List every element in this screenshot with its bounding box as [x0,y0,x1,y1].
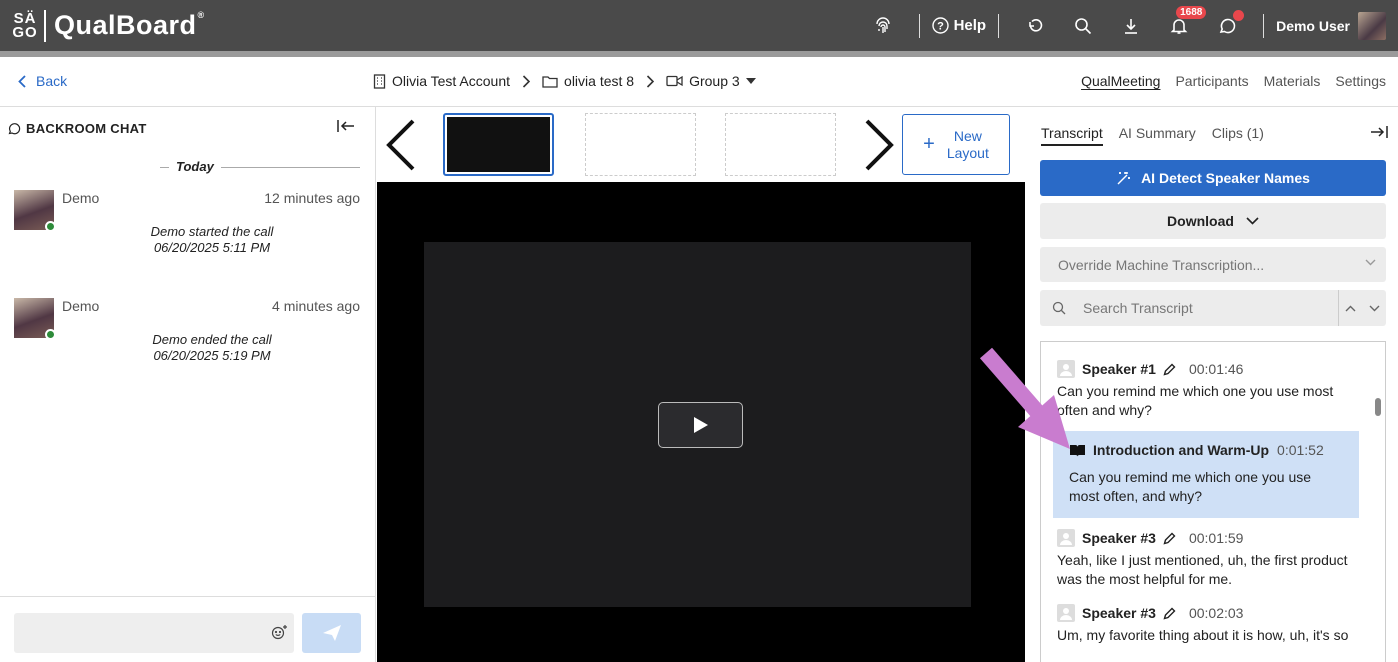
fingerprint-icon[interactable] [870,13,896,39]
pencil-icon[interactable] [1163,532,1176,545]
play-button[interactable] [658,402,743,448]
top-bar-actions: ? Help 1688 Demo User [859,0,1386,51]
new-layout-button[interactable]: + New Layout [902,114,1010,175]
divider [998,13,1000,38]
chevron-right-icon[interactable] [863,117,897,178]
pencil-icon[interactable] [1163,363,1176,376]
nav-participants[interactable]: Participants [1175,73,1248,89]
search-transcript-input[interactable]: Search Transcript [1040,290,1386,326]
nav-settings[interactable]: Settings [1335,73,1386,89]
nav-qualmeeting[interactable]: QualMeeting [1081,73,1160,89]
search-icon [1052,301,1066,315]
send-button[interactable] [302,613,361,653]
breadcrumb-project[interactable]: olivia test 8 [564,73,634,89]
collapse-right-icon[interactable] [1370,125,1388,144]
chevron-right-icon [647,74,655,88]
emoji-icon[interactable] [271,624,288,645]
chevron-down-icon [1246,217,1259,225]
chat-bubble-icon [8,122,21,134]
chevron-left-icon [18,74,26,88]
search-navigation [1338,290,1386,326]
user-name[interactable]: Demo User [1276,18,1350,34]
scrollbar[interactable] [1375,398,1381,416]
backroom-chat-panel: BACKROOM CHAT Today Demo 12 minutes ago … [0,107,376,662]
search-icon[interactable] [1070,13,1096,39]
chat-input[interactable] [14,613,294,653]
send-icon [322,625,341,641]
chat-compose [0,596,376,662]
pencil-icon[interactable] [1163,607,1176,620]
speaker-avatar-icon [1057,604,1075,622]
breadcrumb: Olivia Test Account olivia test 8 Group … [373,73,756,89]
divider [918,13,920,38]
chevron-left-icon[interactable] [383,117,417,178]
caret-down-icon[interactable] [745,78,756,84]
backroom-chat-header: BACKROOM CHAT [8,121,147,136]
logo-mark: SÄ GO [12,9,38,41]
override-transcription-select[interactable]: Override Machine Transcription... [1040,247,1386,282]
ai-detect-speaker-names-button[interactable]: AI Detect Speaker Names [1040,160,1386,196]
nav-materials[interactable]: Materials [1264,73,1321,89]
transcript-entry[interactable]: Speaker #1 00:01:46 Can you remind me wh… [1057,359,1357,420]
video-area: + New Layout [377,107,1025,662]
breadcrumb-account[interactable]: Olivia Test Account [392,73,510,89]
chevron-down-icon [1365,259,1376,266]
help-button[interactable]: ? Help [931,17,986,34]
tab-clips[interactable]: Clips (1) [1212,125,1264,146]
building-icon [373,73,386,89]
chapter-highlight[interactable]: Introduction and Warm-Up 0:01:52 Can you… [1053,431,1359,518]
layout-thumbnail-empty[interactable] [585,113,696,176]
user-avatar[interactable] [1358,11,1386,40]
play-icon [693,417,708,433]
chat-bubble-icon[interactable] [1214,9,1245,39]
annotation-arrow-icon [979,347,1070,449]
notification-badge: 1688 [1176,5,1207,19]
layout-strip: + New Layout [377,107,1025,182]
collapse-left-icon[interactable] [337,119,355,138]
date-divider: Today [14,159,360,175]
chevron-down-icon[interactable] [1363,290,1387,326]
chevron-up-icon[interactable] [1339,290,1363,326]
message-dot [1233,9,1245,21]
bell-icon[interactable]: 1688 [1166,5,1207,39]
folder-icon [542,75,558,88]
back-button[interactable]: Back [18,73,67,89]
speaker-avatar-icon [1057,529,1075,547]
top-bar: SÄ GO QualBoard® ? Help 1688 Demo User [0,0,1398,51]
chevron-right-icon [522,74,531,88]
svg-text:?: ? [937,21,944,33]
divider [1263,13,1265,38]
transcript-list[interactable]: Speaker #1 00:01:46 Can you remind me wh… [1040,341,1386,662]
transcript-panel: Transcript AI Summary Clips (1) AI Detec… [1026,107,1398,662]
magic-wand-icon [1117,172,1131,185]
video-camera-icon [666,75,683,87]
tab-transcript[interactable]: Transcript [1041,125,1103,146]
layout-thumbnail[interactable] [443,113,554,176]
layout-thumbnail-empty[interactable] [725,113,836,176]
transcript-entry[interactable]: Speaker #3 00:01:59 Yeah, like I just me… [1057,528,1357,589]
app-name: QualBoard® [54,10,205,40]
undo-icon[interactable] [1022,13,1048,39]
help-icon: ? [931,17,949,34]
transcript-entry[interactable]: Speaker #3 00:02:03 Um, my favorite thin… [1057,603,1357,645]
sub-header: Back Olivia Test Account olivia test 8 G… [0,57,1398,107]
breadcrumb-group[interactable]: Group 3 [689,73,740,89]
video-player[interactable] [377,182,1025,662]
download-button[interactable]: Download [1040,203,1386,239]
download-icon[interactable] [1118,13,1144,39]
logo-divider [44,9,46,42]
tab-ai-summary[interactable]: AI Summary [1119,125,1196,146]
logo[interactable]: SÄ GO QualBoard® [12,9,205,42]
panel-tabs: Transcript AI Summary Clips (1) [1041,125,1264,146]
main-nav: QualMeeting Participants Materials Setti… [1081,73,1386,89]
plus-icon: + [923,133,935,155]
